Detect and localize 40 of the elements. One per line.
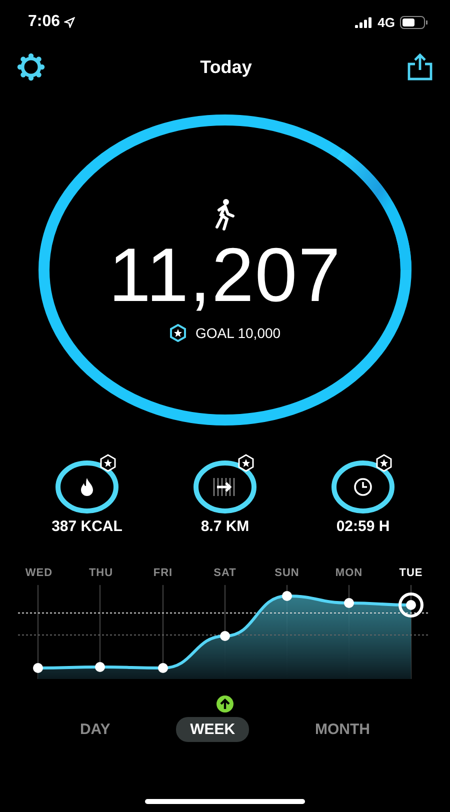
stat-ring (331, 460, 395, 514)
stat-value: 02:59 H (336, 518, 390, 535)
data-point (282, 591, 292, 601)
data-point (220, 631, 230, 641)
data-point (344, 598, 354, 608)
day-label: MON (334, 567, 364, 579)
step-goal: GOAL 10,000 (195, 325, 281, 341)
location-icon (64, 16, 76, 28)
badge-icon (375, 454, 393, 472)
step-count: 11,207 (108, 238, 342, 314)
signal-icon (354, 16, 373, 28)
data-point (95, 662, 105, 672)
day-label: FRI (152, 567, 174, 579)
day-label: WED (24, 567, 54, 579)
day-label: THU (88, 567, 114, 579)
stat-value: 387 KCAL (52, 518, 122, 535)
period-tab[interactable]: WEEK (176, 717, 250, 742)
clock-icon (353, 477, 373, 497)
data-point (406, 600, 416, 610)
trend-up-icon (216, 695, 234, 713)
share-icon[interactable] (406, 53, 433, 81)
badge-icon (237, 454, 255, 472)
day-label: SUN (274, 567, 300, 579)
data-point (158, 663, 168, 673)
period-tab[interactable]: DAY (66, 717, 124, 742)
data-point (33, 663, 43, 673)
day-label: SAT (212, 567, 238, 579)
goal-badge-icon (169, 324, 188, 342)
settings-icon[interactable] (17, 53, 45, 81)
flame-icon (79, 477, 95, 497)
battery-icon (400, 16, 428, 28)
period-tab[interactable]: MONTH (301, 717, 384, 742)
stat-value: 8.7 KM (200, 518, 250, 535)
stat-ring (55, 460, 119, 514)
page-title: Today (200, 56, 252, 78)
day-label: TUE (398, 567, 424, 579)
badge-icon (99, 454, 117, 472)
status-time: 7:06 (28, 13, 60, 31)
stat-ring (193, 460, 257, 514)
network-label: 4G (378, 14, 395, 30)
